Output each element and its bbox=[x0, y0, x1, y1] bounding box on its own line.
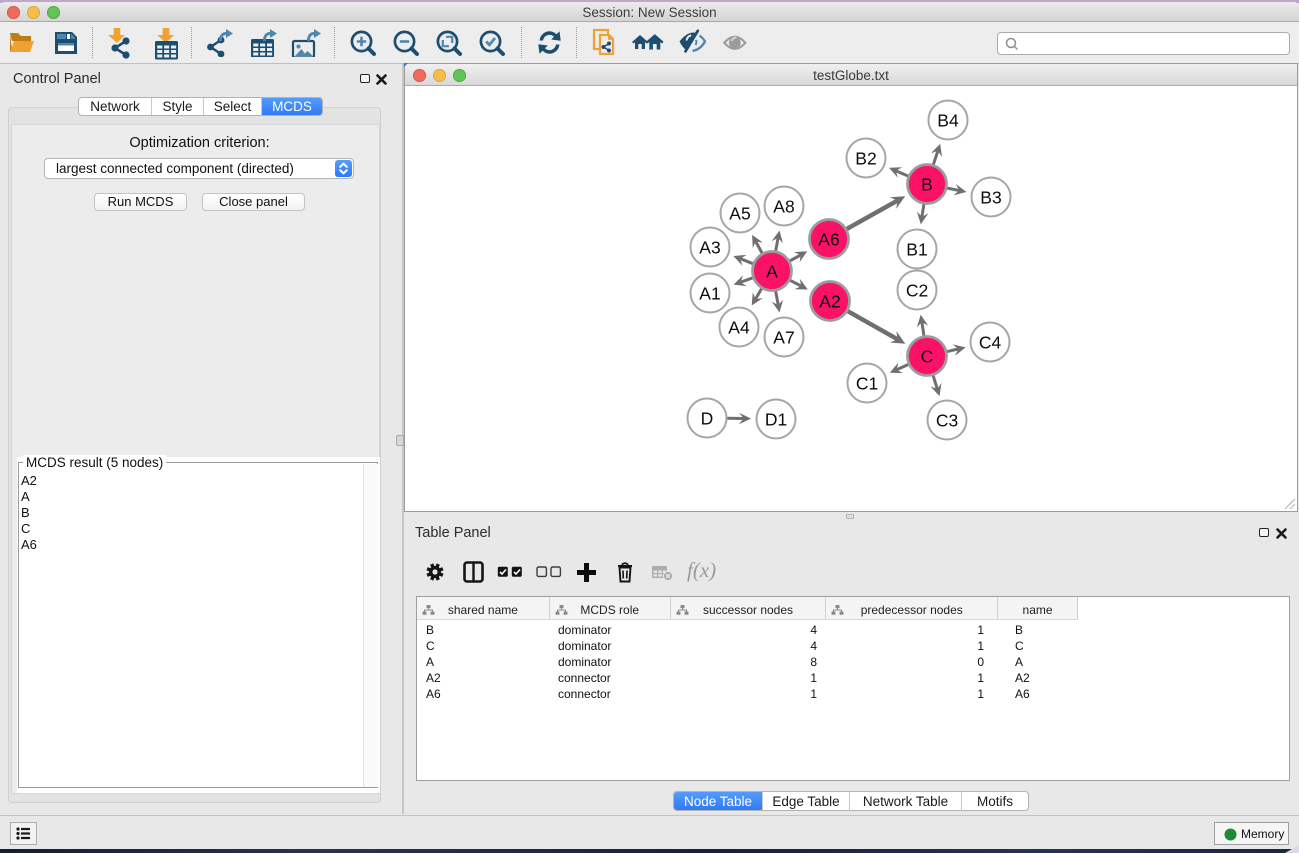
svg-text:C2: C2 bbox=[906, 281, 928, 301]
svg-text:A6: A6 bbox=[818, 230, 839, 250]
svg-text:A8: A8 bbox=[773, 197, 794, 217]
svg-text:A5: A5 bbox=[729, 204, 750, 224]
svg-text:A3: A3 bbox=[699, 238, 720, 258]
svg-text:A2: A2 bbox=[819, 292, 840, 312]
svg-text:C1: C1 bbox=[856, 374, 878, 394]
svg-text:B: B bbox=[921, 175, 933, 195]
svg-text:C: C bbox=[921, 347, 934, 367]
svg-text:D1: D1 bbox=[765, 410, 787, 430]
svg-text:A4: A4 bbox=[728, 318, 750, 338]
svg-text:B1: B1 bbox=[906, 240, 927, 260]
svg-text:D: D bbox=[701, 409, 714, 429]
svg-text:B4: B4 bbox=[937, 111, 959, 131]
svg-text:A1: A1 bbox=[699, 284, 720, 304]
svg-text:A7: A7 bbox=[773, 328, 794, 348]
svg-text:C3: C3 bbox=[936, 411, 958, 431]
svg-text:A: A bbox=[766, 262, 778, 282]
svg-text:C4: C4 bbox=[979, 333, 1002, 353]
svg-text:B3: B3 bbox=[980, 188, 1001, 208]
svg-text:B2: B2 bbox=[855, 149, 876, 169]
